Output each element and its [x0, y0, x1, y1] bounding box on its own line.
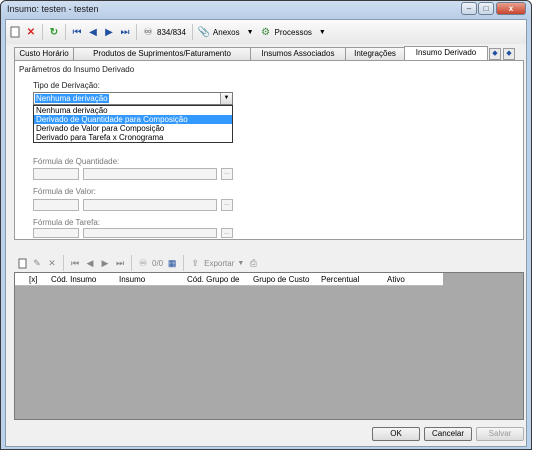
last-row-icon[interactable]: ⏭ — [114, 257, 126, 269]
record-counter: 834/834 — [157, 27, 186, 37]
toolbar-separator — [65, 24, 66, 40]
first-record-icon[interactable]: ⏮ — [70, 25, 84, 39]
print-icon[interactable]: ⎙ — [247, 257, 259, 269]
grid-toolbar: ✎ ✕ ⏮ ◀ ▶ ⏭ ♾ 0/0 ▦ ⇪ Exportar ▼ ⎙ — [14, 254, 524, 272]
export-button[interactable]: Exportar — [204, 259, 234, 268]
dialog-window: Insumo: testen - testen – □ x ✕ ↻ ⏮ ◀ ▶ … — [0, 0, 532, 450]
toolbar-separator — [136, 24, 137, 40]
grid-header: [x] Cód. Insumo Insumo Cód. Grupo de Gru… — [15, 273, 443, 286]
quantity-formula-lookup-button[interactable]: ... — [221, 168, 233, 180]
maximize-button[interactable]: □ — [478, 2, 494, 15]
first-row-icon[interactable]: ⏮ — [69, 257, 81, 269]
tab-custo-horario[interactable]: Custo Horário — [14, 47, 74, 60]
previous-record-icon[interactable]: ◀ — [86, 25, 100, 39]
export-icon[interactable]: ⇪ — [189, 257, 201, 269]
column-header-insumo[interactable]: Insumo — [119, 275, 145, 284]
cancel-button[interactable]: Cancelar — [424, 427, 472, 441]
next-row-icon[interactable]: ▶ — [99, 257, 111, 269]
column-header-select[interactable]: [x] — [29, 275, 37, 284]
derivation-type-dropdown: Nenhuma derivação Derivado de Quantidade… — [33, 105, 233, 143]
edit-row-icon[interactable]: ✎ — [31, 257, 43, 269]
derivation-type-value: Nenhuma derivação — [35, 94, 109, 103]
derived-input-panel: Parâmetros do Insumo Derivado Tipo de De… — [14, 60, 524, 240]
column-header-grupo-custo[interactable]: Grupo de Custo — [253, 275, 309, 284]
grid-record-counter: 0/0 — [152, 258, 164, 268]
value-formula-lookup-button[interactable]: ... — [221, 199, 233, 211]
tab-strip: Custo Horário Produtos de Suprimentos/Fa… — [14, 46, 522, 60]
tab-integracoes[interactable]: Integrações — [345, 47, 405, 60]
group-title: Parâmetros do Insumo Derivado — [19, 65, 135, 74]
toolbar-separator — [183, 255, 185, 271]
derivation-type-select[interactable]: Nenhuma derivação ▼ — [33, 92, 233, 105]
task-formula-code-field[interactable] — [33, 228, 79, 238]
column-header-percentual[interactable]: Percentual — [321, 275, 359, 284]
delete-icon[interactable]: ✕ — [24, 25, 38, 39]
title-bar[interactable]: Insumo: testen - testen – □ x — [1, 1, 531, 19]
tab-insumos-associados[interactable]: Insumos Associados — [250, 47, 346, 60]
toolbar-separator — [63, 255, 64, 271]
previous-row-icon[interactable]: ◀ — [84, 257, 96, 269]
client-area: ✕ ↻ ⏮ ◀ ▶ ⏭ ♾ 834/834 📎 Anexos ▼ ⚙ Proce… — [5, 19, 527, 447]
refresh-icon[interactable]: ↻ — [47, 25, 61, 39]
search-binoculars-icon[interactable]: ♾ — [141, 25, 155, 39]
grid-search-icon[interactable]: ♾ — [137, 257, 149, 269]
attachments-button[interactable]: Anexos — [213, 28, 240, 37]
column-header-cod-insumo[interactable]: Cód. Insumo — [51, 275, 96, 284]
derivation-option[interactable]: Derivado para Tarefa x Cronograma — [34, 133, 232, 142]
quantity-formula-field[interactable] — [83, 168, 217, 180]
toolbar-separator — [131, 255, 132, 271]
main-toolbar: ✕ ↻ ⏮ ◀ ▶ ⏭ ♾ 834/834 📎 Anexos ▼ ⚙ Proce… — [6, 20, 526, 44]
toolbar-separator — [42, 24, 43, 40]
derivation-type-label: Tipo de Derivação: — [33, 81, 100, 90]
calendar-icon[interactable]: ▦ — [166, 257, 178, 269]
minimize-button[interactable]: – — [461, 2, 477, 15]
column-header-ativo[interactable]: Ativo — [387, 275, 405, 284]
task-formula-label: Fórmula de Tarefa: — [33, 218, 100, 227]
value-formula-code-field[interactable] — [33, 199, 79, 211]
save-button[interactable]: Salvar — [476, 427, 524, 441]
derivation-option[interactable]: Derivado de Valor para Composição — [34, 124, 232, 133]
task-formula-lookup-button[interactable]: ... — [221, 228, 233, 238]
quantity-formula-label: Fórmula de Quantidade: — [33, 157, 120, 166]
processes-button[interactable]: Processos — [275, 28, 312, 37]
processes-icon[interactable]: ⚙ — [259, 25, 273, 39]
attachments-icon[interactable]: 📎 — [197, 25, 211, 39]
task-formula-field[interactable] — [83, 228, 217, 238]
derivation-option[interactable]: Nenhuma derivação — [34, 106, 232, 115]
new-row-icon[interactable] — [16, 257, 28, 269]
derivation-option[interactable]: Derivado de Quantidade para Composição — [34, 115, 232, 124]
quantity-formula-code-field[interactable] — [33, 168, 79, 180]
export-dropdown-icon[interactable]: ▼ — [237, 260, 244, 267]
next-record-icon[interactable]: ▶ — [102, 25, 116, 39]
tab-scroll-right-icon[interactable]: ◆ — [503, 48, 515, 60]
processes-dropdown-icon[interactable]: ▼ — [319, 29, 326, 36]
toolbar-separator — [191, 24, 193, 40]
value-formula-field[interactable] — [83, 199, 217, 211]
close-window-button[interactable]: x — [496, 2, 526, 15]
value-formula-label: Fórmula de Valor: — [33, 187, 96, 196]
last-record-icon[interactable]: ⏭ — [118, 25, 132, 39]
tab-produtos-suprimentos[interactable]: Produtos de Suprimentos/Faturamento — [73, 47, 251, 60]
column-header-cod-grupo[interactable]: Cód. Grupo de — [187, 275, 239, 284]
chevron-down-icon[interactable]: ▼ — [220, 93, 232, 104]
attachments-dropdown-icon[interactable]: ▼ — [247, 29, 254, 36]
tab-insumo-derivado[interactable]: Insumo Derivado — [404, 46, 488, 60]
derived-inputs-grid[interactable]: [x] Cód. Insumo Insumo Cód. Grupo de Gru… — [14, 272, 524, 420]
tab-scroll-left-icon[interactable]: ◆ — [489, 48, 501, 60]
delete-row-icon[interactable]: ✕ — [46, 257, 58, 269]
ok-button[interactable]: OK — [372, 427, 420, 441]
window-title: Insumo: testen - testen — [7, 4, 99, 14]
new-document-icon[interactable] — [8, 25, 22, 39]
